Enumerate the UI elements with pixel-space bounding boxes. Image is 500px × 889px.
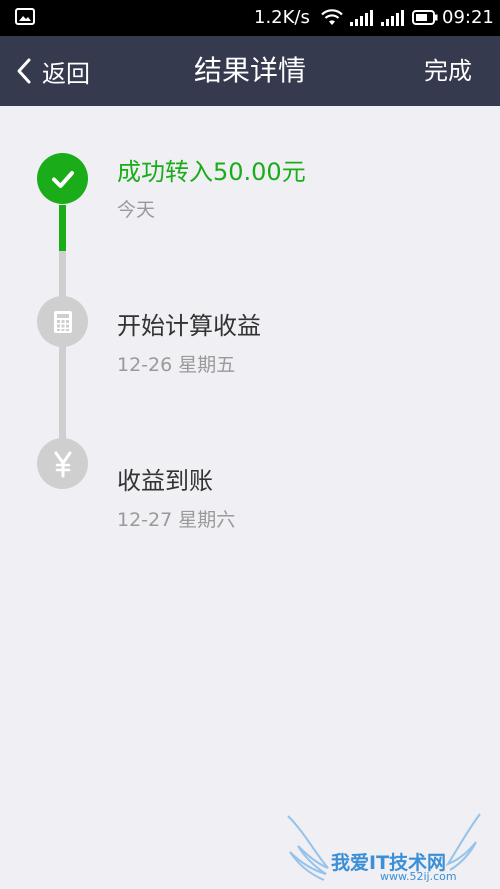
step-date: 今天 (117, 199, 156, 221)
network-speed: 1.2K/s (254, 7, 310, 28)
step-done-marker (37, 153, 88, 204)
watermark-url: www.52ij.com (380, 870, 457, 883)
signal-icon (381, 10, 404, 26)
clock: 09:21 (442, 7, 494, 28)
result-timeline: 成功转入50.00元 今天 开始计算收益 12-26 星期五 收益到账 12-2… (0, 106, 500, 889)
step-date: 12-27 星期六 (117, 509, 236, 531)
done-button[interactable]: 完成 (424, 54, 472, 88)
step-title: 收益到账 (117, 467, 213, 495)
signal-icon (350, 10, 373, 26)
progress-line-pending (59, 341, 66, 446)
back-label: 返回 (42, 59, 90, 88)
progress-line-pending (59, 251, 66, 297)
step-pending-marker (37, 438, 88, 489)
step-date: 12-26 星期五 (117, 354, 236, 376)
gallery-icon (15, 8, 35, 25)
chevron-left-icon (17, 58, 31, 84)
back-button[interactable]: 返回 (14, 54, 90, 88)
nav-bar: 结果详情 返回 完成 (0, 36, 500, 106)
step-pending-marker (37, 296, 88, 347)
battery-icon (412, 10, 438, 25)
step-title: 成功转入50.00元 (117, 158, 306, 186)
progress-line-completed (59, 205, 66, 251)
wifi-icon (321, 9, 343, 25)
check-icon (51, 170, 74, 188)
status-bar: 1.2K/s 09:21 (0, 0, 500, 36)
calculator-icon (53, 310, 72, 333)
yen-icon (54, 451, 71, 477)
step-title: 开始计算收益 (117, 312, 261, 340)
